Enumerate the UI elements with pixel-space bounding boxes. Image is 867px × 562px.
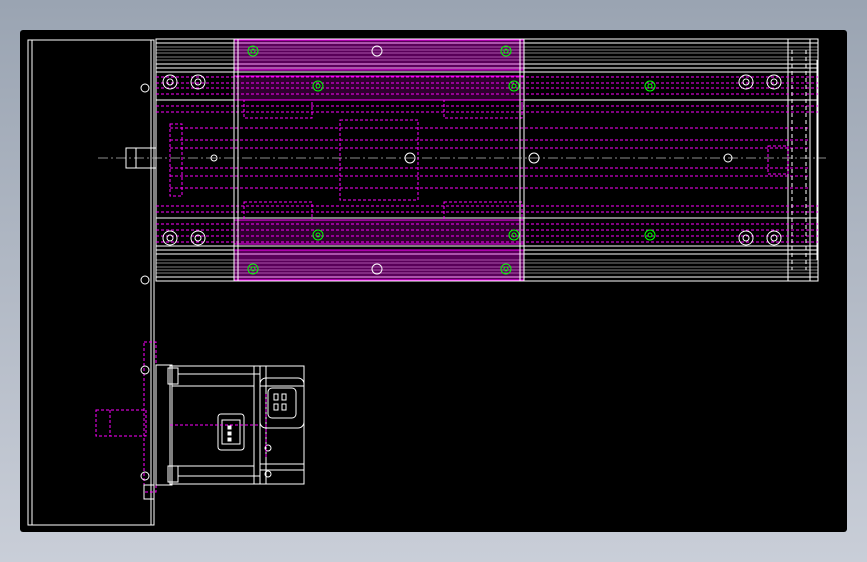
actuator-body-outline [155,38,819,282]
carriage-block [233,39,525,281]
left-mounting-plate [27,39,155,526]
hidden-lines [156,76,818,243]
encoder-connector [259,377,305,478]
cad-model-viewport[interactable] [20,30,847,532]
motor-flange [95,341,157,493]
connector-plug [217,413,245,451]
carriage-edges [233,39,525,281]
